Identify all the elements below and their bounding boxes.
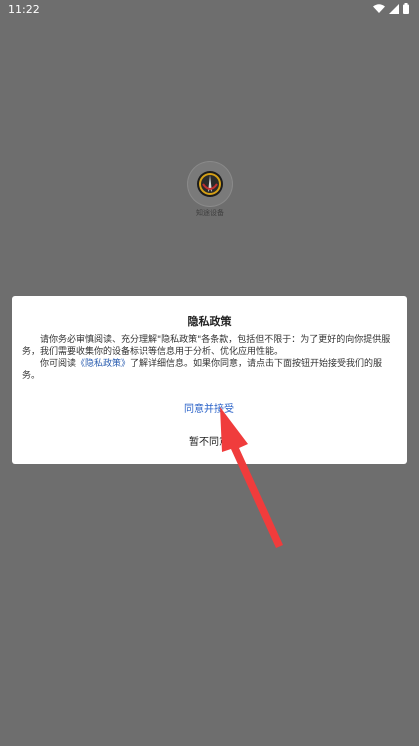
disagree-button[interactable]: 暂不同意 (159, 433, 259, 449)
agree-button[interactable]: 同意并接受 (159, 400, 259, 416)
privacy-dialog: 隐私政策 请你务必审慎阅读、充分理解"隐私政策"各条款，包括但不限于：为了更好的… (12, 296, 407, 464)
app-name: 知途设备 (196, 209, 224, 217)
app-logo-icon (197, 171, 223, 197)
battery-icon (403, 3, 409, 14)
body-paragraph-2-prefix: 你可阅读 (40, 359, 77, 369)
signal-icon (389, 3, 399, 14)
body-paragraph-1: 请你务必审慎阅读、充分理解"隐私政策"各条款，包括但不限于：为了更好的向你提供服… (22, 335, 391, 357)
status-time: 11:22 (8, 3, 40, 16)
dialog-title: 隐私政策 (187, 315, 232, 328)
app-logo (188, 162, 232, 206)
screen: 11:22 知途设备 隐私政策 请你务必审慎阅读、充分理解"隐私政策"各条款，包… (0, 0, 419, 746)
wifi-icon (373, 3, 385, 13)
privacy-policy-link[interactable]: 《隐私政策》 (76, 359, 130, 369)
dialog-body: 请你务必审慎阅读、充分理解"隐私政策"各条款，包括但不限于：为了更好的向你提供服… (22, 334, 399, 382)
body-paragraph-2: 你可阅读《隐私政策》了解详细信息。如果你同意，请点击下面按钮开始接受我们的服务。 (22, 358, 399, 382)
status-icons (373, 3, 409, 14)
status-bar: 11:22 (0, 0, 419, 18)
